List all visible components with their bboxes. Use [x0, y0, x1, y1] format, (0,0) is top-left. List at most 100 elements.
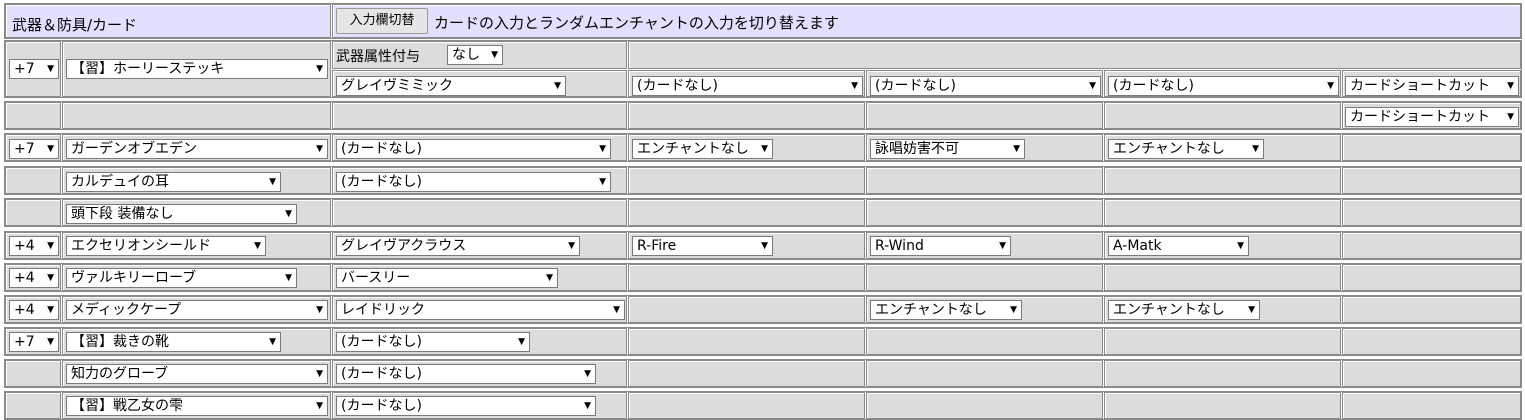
shield-enchant3-select[interactable]: A-Matk ▼ — [1108, 236, 1249, 256]
card-shortcut-select[interactable]: カードショートカット ▼ — [1345, 76, 1519, 96]
chevron-down-icon: ▼ — [47, 64, 54, 74]
shield-enchant2-select[interactable]: R-Wind ▼ — [870, 236, 1011, 256]
section-header-toggle-cell: 入力欄切替 カードの入力とランダムエンチャントの入力を切り替えます — [332, 4, 1521, 38]
chevron-down-icon: ▼ — [316, 305, 323, 315]
weapon-element-select[interactable]: なし ▼ — [447, 45, 503, 65]
weapon-name-cell: 【習】ホーリーステッキ ▼ — [62, 41, 331, 97]
chevron-down-icon: ▼ — [491, 50, 498, 60]
chevron-down-icon: ▼ — [599, 177, 606, 187]
weapon2-name-cell — [62, 102, 331, 129]
garment-enchant2-select[interactable]: エンチャントなし ▼ — [870, 300, 1022, 320]
acc2-e3-cell — [1104, 392, 1341, 419]
chevron-down-icon: ▼ — [316, 401, 323, 411]
head-mid-extra-cell — [1342, 167, 1521, 194]
head-top-select[interactable]: ガーデンオブエデン ▼ — [66, 139, 328, 159]
shield-refine-cell: +4 ▼ — [5, 232, 61, 259]
weapon2-card3-cell — [866, 102, 1103, 129]
weapon2-card2-cell — [628, 102, 865, 129]
chevron-down-icon: ▼ — [1252, 144, 1259, 154]
acc2-extra-cell — [1342, 392, 1521, 419]
weapon-select[interactable]: 【習】ホーリーステッキ ▼ — [66, 59, 328, 79]
head-low-card-cell — [332, 199, 627, 226]
weapon-refine-select[interactable]: +7 ▼ — [9, 59, 59, 79]
chevron-down-icon: ▼ — [285, 209, 292, 219]
shoes-e3-cell — [1104, 328, 1341, 355]
body-extra-cell — [1342, 264, 1521, 291]
weapon-refine-cell: +7 ▼ — [5, 41, 61, 97]
body-name-cell: ヴァルキリーローブ ▼ — [62, 264, 331, 291]
body-refine-select[interactable]: +4 ▼ — [9, 268, 59, 288]
chevron-down-icon: ▼ — [254, 241, 261, 251]
accessory1-card-select[interactable]: (カードなし) ▼ — [336, 364, 596, 384]
weapon-element-cell: 武器属性付与 なし ▼ — [332, 41, 627, 69]
weapon-card2-select[interactable]: (カードなし) ▼ — [632, 76, 863, 96]
body-e3-cell — [1104, 264, 1341, 291]
shoes-e2-cell — [866, 328, 1103, 355]
head-mid-e2-cell — [866, 167, 1103, 194]
head-top-enchant3-select[interactable]: エンチャントなし ▼ — [1108, 139, 1264, 159]
chevron-down-icon: ▼ — [761, 241, 768, 251]
body-armor-select[interactable]: ヴァルキリーローブ ▼ — [66, 268, 297, 288]
garment-card-select[interactable]: レイドリック ▼ — [336, 300, 625, 320]
acc2-name-cell: 【習】戦乙女の雫 ▼ — [62, 392, 331, 419]
chevron-down-icon: ▼ — [47, 273, 54, 283]
head-top-enchant2-cell: 詠唱妨害不可 ▼ — [866, 134, 1103, 161]
acc1-refine-cell — [5, 360, 61, 387]
weapon2-card1-cell — [332, 102, 627, 129]
weapon-card3-select[interactable]: (カードなし) ▼ — [870, 76, 1101, 96]
chevron-down-icon: ▼ — [47, 241, 54, 251]
chevron-down-icon: ▼ — [1507, 112, 1514, 122]
shield-enchant1-select[interactable]: R-Fire ▼ — [632, 236, 773, 256]
head-top-card-select[interactable]: (カードなし) ▼ — [336, 139, 611, 159]
chevron-down-icon: ▼ — [999, 241, 1006, 251]
chevron-down-icon: ▼ — [568, 241, 575, 251]
body-card-select[interactable]: バースリー ▼ — [336, 268, 558, 288]
shoes-card-select[interactable]: (カードなし) ▼ — [336, 332, 530, 352]
garment-enchant2-cell: エンチャントなし ▼ — [866, 296, 1103, 323]
body-e2-cell — [866, 264, 1103, 291]
shoes-name-cell: 【習】裁きの靴 ▼ — [62, 328, 331, 355]
accessory2-select[interactable]: 【習】戦乙女の雫 ▼ — [66, 396, 328, 416]
body-card-cell: バースリー ▼ — [332, 264, 627, 291]
head-top-enchant2-select[interactable]: 詠唱妨害不可 ▼ — [870, 139, 1025, 159]
toggle-input-button[interactable]: 入力欄切替 — [336, 8, 428, 34]
acc1-e3-cell — [1104, 360, 1341, 387]
head-low-refine-cell — [5, 199, 61, 226]
weapon-element-label: 武器属性付与 — [336, 49, 420, 65]
weapon-top-empty-cell — [628, 41, 1521, 69]
acc1-extra-cell — [1342, 360, 1521, 387]
chevron-down-icon: ▼ — [761, 144, 768, 154]
shield-select[interactable]: エクセリオンシールド ▼ — [66, 236, 266, 256]
head-top-enchant1-select[interactable]: エンチャントなし ▼ — [632, 139, 773, 159]
weapon-card3-cell: (カードなし) ▼ — [866, 70, 1103, 97]
chevron-down-icon: ▼ — [47, 144, 54, 154]
chevron-down-icon: ▼ — [613, 305, 620, 315]
head-low-select[interactable]: 頭下段 装備なし ▼ — [66, 204, 297, 224]
shoes-refine-select[interactable]: +7 ▼ — [9, 332, 59, 352]
card-shortcut-select-2[interactable]: カードショートカット ▼ — [1345, 107, 1519, 127]
accessory1-select[interactable]: 知力のグローブ ▼ — [66, 364, 328, 384]
shoes-extra-cell — [1342, 328, 1521, 355]
garment-select[interactable]: メディックケープ ▼ — [66, 300, 328, 320]
chevron-down-icon: ▼ — [269, 337, 276, 347]
garment-refine-cell: +4 ▼ — [5, 296, 61, 323]
head-mid-e1-cell — [628, 167, 865, 194]
head-low-e3-cell — [1104, 199, 1341, 226]
weapon-card1-cell: グレイヴミミック ▼ — [332, 70, 627, 97]
head-top-refine-select[interactable]: +7 ▼ — [9, 139, 59, 159]
garment-enchant3-select[interactable]: エンチャントなし ▼ — [1108, 300, 1260, 320]
head-mid-select[interactable]: カルデュイの耳 ▼ — [66, 172, 281, 192]
weapon-card1-select[interactable]: グレイヴミミック ▼ — [336, 76, 566, 96]
garment-name-cell: メディックケープ ▼ — [62, 296, 331, 323]
chevron-down-icon: ▼ — [316, 64, 323, 74]
head-top-enchant3-cell: エンチャントなし ▼ — [1104, 134, 1341, 161]
head-mid-card-select[interactable]: (カードなし) ▼ — [336, 172, 611, 192]
head-top-extra-cell — [1342, 134, 1521, 161]
shoes-select[interactable]: 【習】裁きの靴 ▼ — [66, 332, 281, 352]
shield-card-select[interactable]: グレイヴアクラウス ▼ — [336, 236, 580, 256]
shield-refine-select[interactable]: +4 ▼ — [9, 236, 59, 256]
chevron-down-icon: ▼ — [1248, 305, 1255, 315]
weapon-card4-select[interactable]: (カードなし) ▼ — [1108, 76, 1339, 96]
garment-refine-select[interactable]: +4 ▼ — [9, 300, 59, 320]
accessory2-card-select[interactable]: (カードなし) ▼ — [336, 396, 596, 416]
